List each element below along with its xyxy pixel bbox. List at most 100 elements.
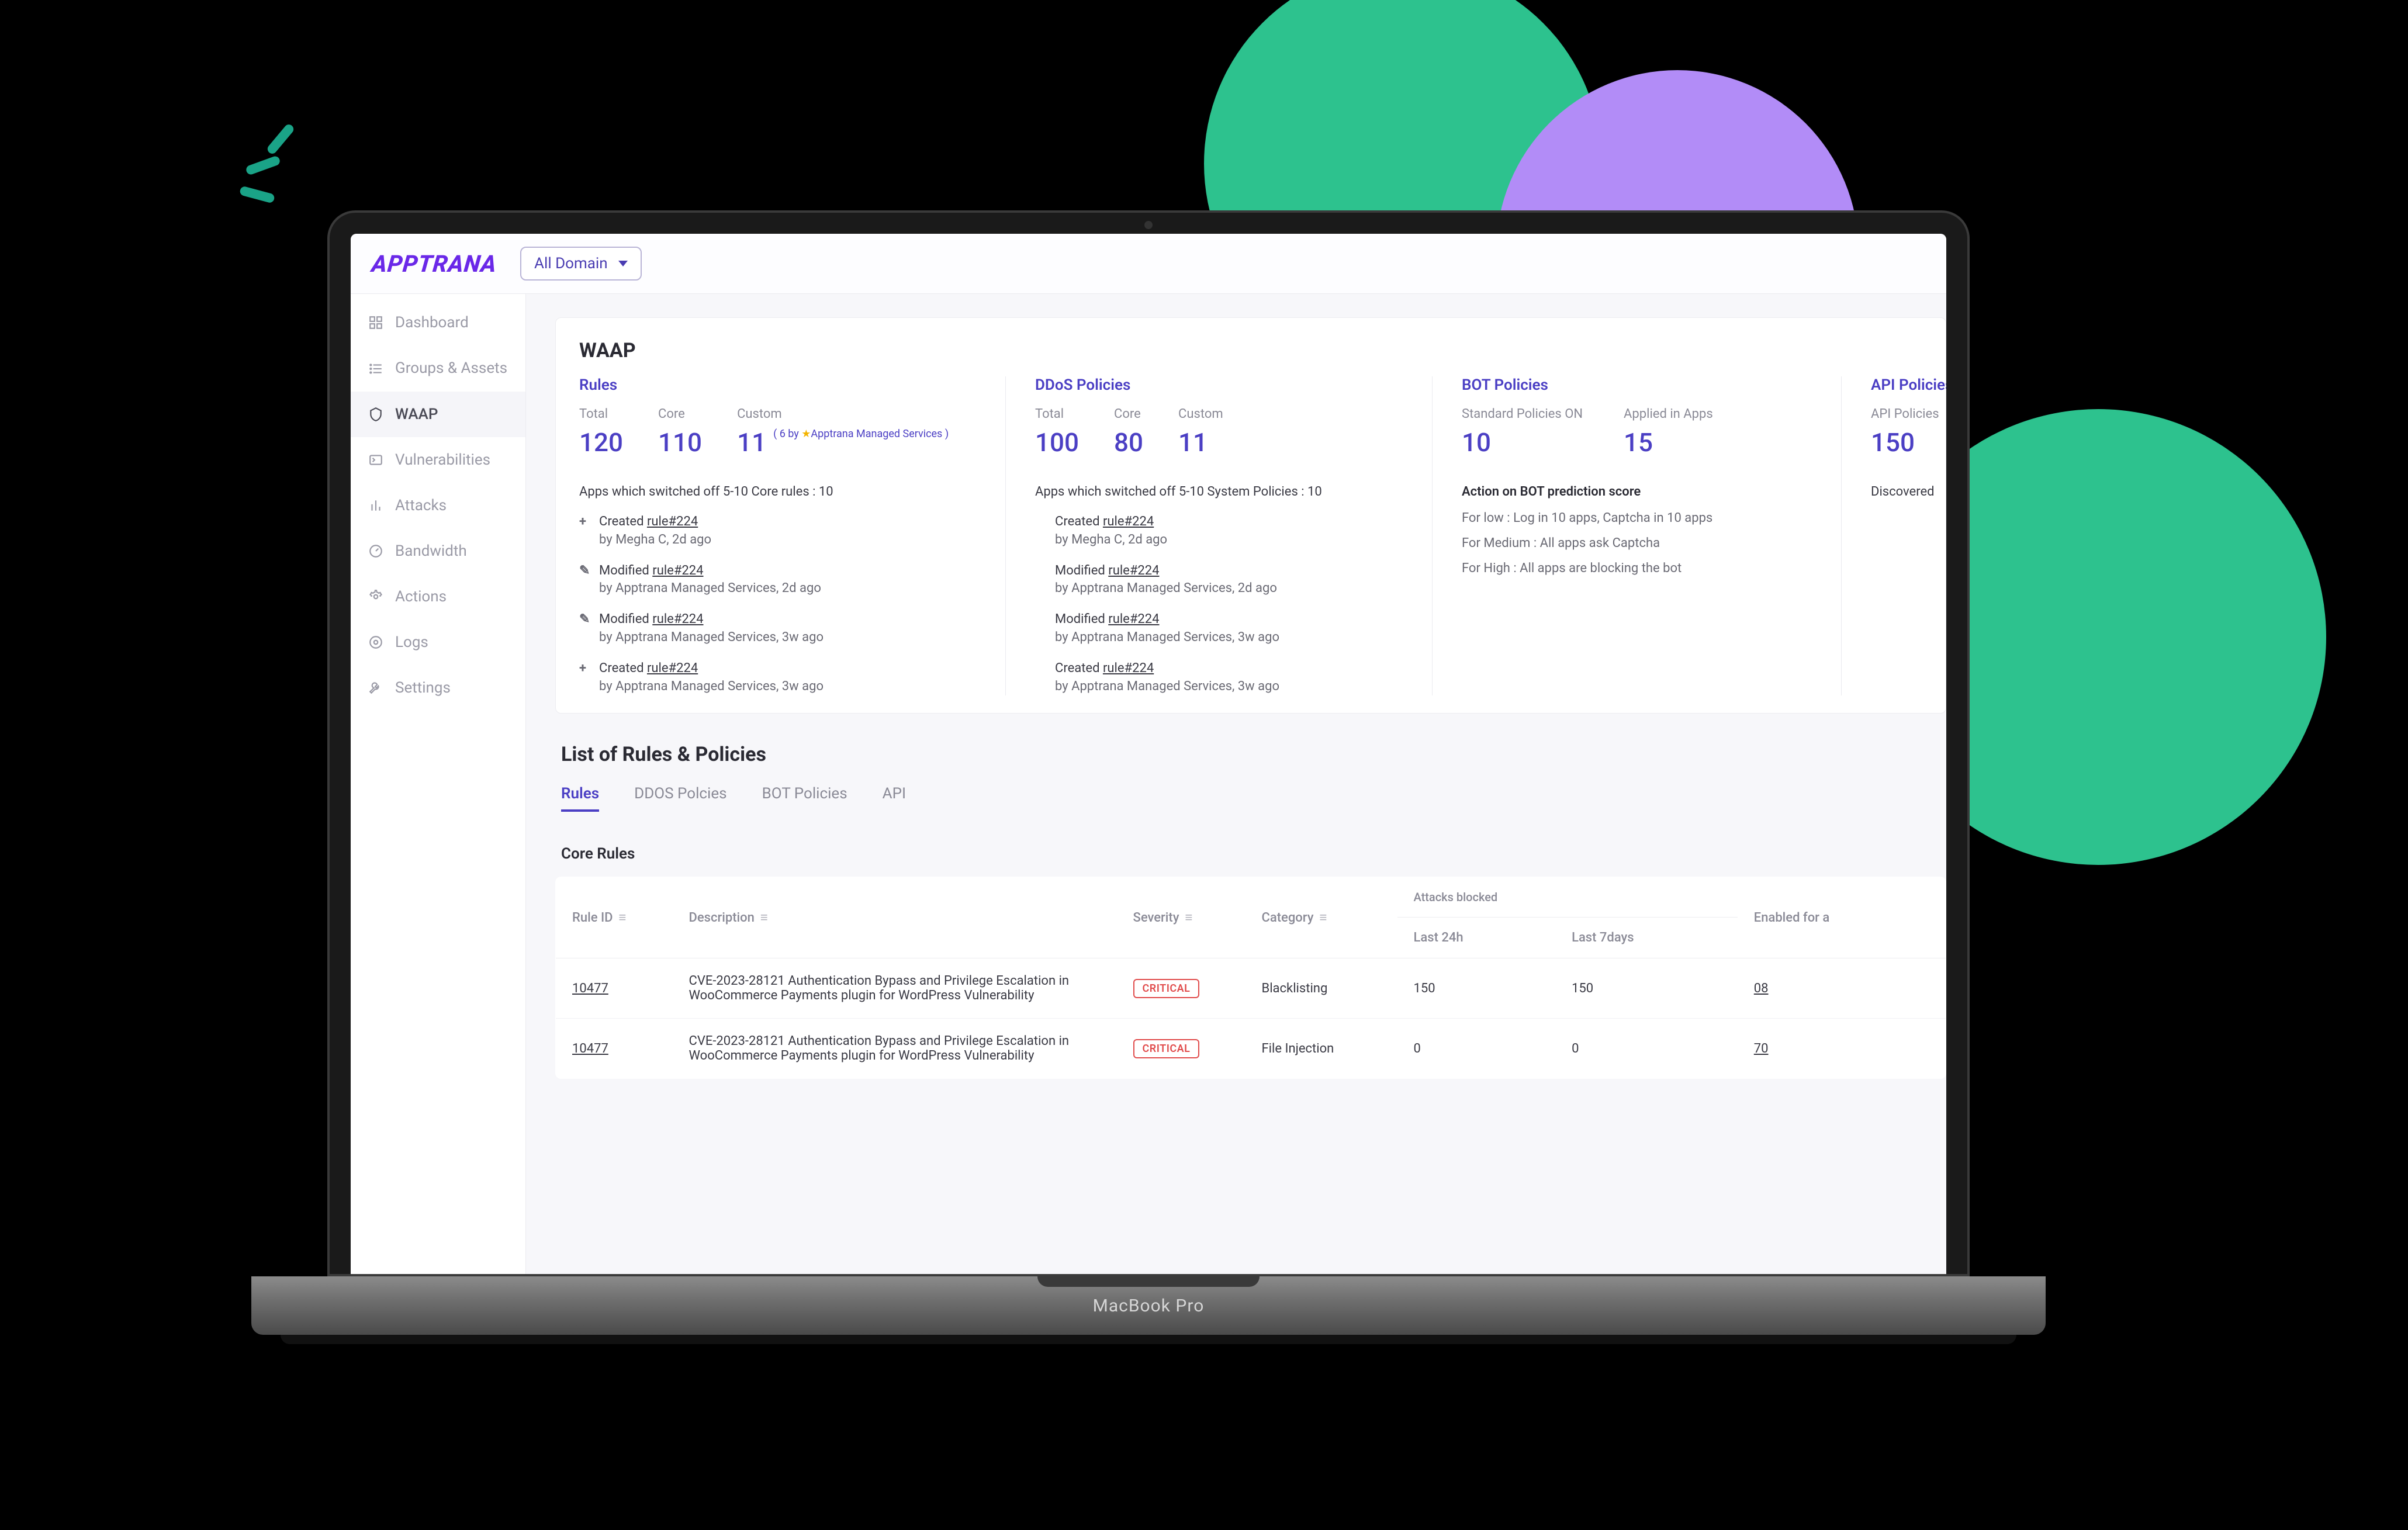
rule-link[interactable]: rule#224	[1103, 661, 1154, 676]
sidebar-item-bandwidth[interactable]: Bandwidth	[351, 528, 525, 574]
dashboard-icon	[367, 314, 385, 331]
stat-rules: Rules Total 120 Core 110	[579, 376, 1006, 695]
rules-custom-label: Custom	[737, 407, 949, 421]
activity-item: ✎ Modified rule#224by Apptrana Managed S…	[579, 611, 976, 647]
rules-total-label: Total	[579, 407, 623, 421]
col-attacks-blocked: Attacks blocked	[1397, 877, 1738, 918]
tab-bot[interactable]: BOT Policies	[762, 778, 847, 812]
rule-link[interactable]: rule#224	[1108, 612, 1159, 626]
col-severity[interactable]: Severity	[1133, 911, 1179, 925]
brand-logo: APPTRANA	[371, 250, 499, 278]
bot-info-low: For low : Log in 10 apps, Captcha in 10 …	[1462, 511, 1812, 525]
sidebar-item-settings[interactable]: Settings	[351, 665, 525, 711]
rule-description: CVE-2023-28121 Authentication Bypass and…	[673, 1019, 1117, 1079]
col-enabled[interactable]: Enabled for a	[1738, 877, 1946, 958]
ddos-total-value: 100	[1035, 427, 1079, 458]
gear-icon	[367, 588, 385, 605]
stat-head-api: API Policies	[1871, 376, 1946, 394]
table-row[interactable]: 10477 CVE-2023-28121 Authentication Bypa…	[556, 1019, 1946, 1079]
filter-icon[interactable]: ≡	[619, 910, 627, 925]
attacks-7d: 0	[1555, 1019, 1738, 1079]
rules-list-section: List of Rules & Policies Rules DDOS Polc…	[555, 743, 1946, 1079]
sidebar-item-label: Groups & Assets	[395, 359, 507, 378]
bot-apps-label: Applied in Apps	[1624, 407, 1713, 421]
pencil-icon: ✎	[579, 611, 591, 629]
filter-icon[interactable]: ≡	[1320, 910, 1327, 925]
waap-title: WAAP	[556, 318, 1946, 376]
rule-link[interactable]: rule#224	[652, 612, 703, 626]
severity-badge: CRITICAL	[1133, 1039, 1200, 1058]
col-last7[interactable]: Last 7days	[1555, 918, 1738, 958]
rule-link[interactable]: rule#224	[647, 661, 698, 676]
sidebar-item-dashboard[interactable]: Dashboard	[351, 300, 525, 345]
rule-id-link[interactable]: 10477	[572, 981, 608, 996]
shield-icon	[367, 406, 385, 423]
enabled-link[interactable]: 70	[1754, 1041, 1769, 1056]
ddos-switched-off: Apps which switched off 5-10 System Poli…	[1035, 484, 1403, 499]
stat-api: API Policies API Policies 150 Discovered	[1842, 376, 1946, 695]
col-description[interactable]: Description	[689, 911, 755, 925]
laptop-label: MacBook Pro	[1093, 1296, 1205, 1316]
rule-link[interactable]: rule#224	[652, 563, 703, 578]
col-rule-id[interactable]: Rule ID	[572, 911, 613, 925]
bot-action-head: Action on BOT prediction score	[1462, 484, 1812, 499]
attacks-7d: 150	[1555, 958, 1738, 1019]
tab-row: Rules DDOS Polcies BOT Policies API	[555, 778, 1946, 830]
bot-info-medium: For Medium : All apps ask Captcha	[1462, 536, 1812, 551]
laptop-frame: APPTRANA All Domain Dashboard Groups & A…	[327, 210, 1970, 1344]
api-policies-label: API Policies	[1871, 407, 1946, 421]
rule-link[interactable]: rule#224	[1108, 563, 1159, 578]
tab-rules[interactable]: Rules	[561, 778, 599, 812]
sidebar-item-waap[interactable]: WAAP	[351, 392, 525, 437]
sidebar-item-vulnerabilities[interactable]: Vulnerabilities	[351, 437, 525, 483]
sidebar-item-attacks[interactable]: Attacks	[351, 483, 525, 528]
stat-head-bot: BOT Policies	[1462, 376, 1812, 394]
sidebar-item-groups-assets[interactable]: Groups & Assets	[351, 345, 525, 392]
laptop-camera-icon	[1144, 221, 1153, 229]
content-area: WAAP Rules Total 120	[526, 294, 1946, 1274]
sidebar-item-label: Attacks	[395, 497, 447, 514]
table-subhead: Core Rules	[555, 830, 1946, 877]
plus-icon: +	[579, 513, 591, 531]
rule-id-link[interactable]: 10477	[572, 1041, 608, 1056]
rules-total-value: 120	[579, 427, 623, 458]
domain-selector[interactable]: All Domain	[520, 247, 642, 281]
filter-icon[interactable]: ≡	[1185, 910, 1193, 925]
gauge-icon	[367, 542, 385, 560]
bot-std-value: 10	[1462, 427, 1583, 458]
activity-item: ✎ Modified rule#224by Apptrana Managed S…	[579, 562, 976, 598]
table-row[interactable]: 10477 CVE-2023-28121 Authentication Bypa…	[556, 958, 1946, 1019]
filter-icon[interactable]: ≡	[760, 910, 768, 925]
rules-core-value: 110	[658, 427, 702, 458]
rule-description: CVE-2023-28121 Authentication Bypass and…	[673, 958, 1117, 1019]
sidebar-item-label: Dashboard	[395, 314, 469, 331]
api-policies-value: 150	[1871, 427, 1946, 458]
rules-table: Rule ID ≡ Description ≡ Severity ≡ Category…	[555, 877, 1946, 1079]
rule-link[interactable]: rule#224	[647, 514, 698, 529]
sidebar-item-actions[interactable]: Actions	[351, 574, 525, 619]
enabled-link[interactable]: 08	[1754, 981, 1769, 996]
sidebar-item-label: Vulnerabilities	[395, 451, 490, 469]
sidebar-item-label: Settings	[395, 679, 451, 697]
wrench-icon	[367, 679, 385, 697]
chevron-down-icon	[618, 261, 628, 266]
laptop-notch	[1037, 1276, 1260, 1287]
activity-item: + Created rule#224by Megha C, 2d ago	[579, 513, 976, 549]
stat-ddos: DDoS Policies Total100 Core80 Custom11 A…	[1006, 376, 1433, 695]
tab-api[interactable]: API	[883, 778, 906, 812]
activity-item: Created rule#224by Apptrana Managed Serv…	[1035, 660, 1403, 696]
domain-selector-label: All Domain	[534, 255, 608, 272]
ddos-activity-list: Created rule#224by Megha C, 2d ago Modif…	[1035, 513, 1403, 695]
bot-std-label: Standard Policies ON	[1462, 407, 1583, 421]
col-last24[interactable]: Last 24h	[1397, 918, 1556, 958]
tab-ddos[interactable]: DDOS Polcies	[634, 778, 726, 812]
gear-icon	[367, 634, 385, 651]
sidebar-item-label: Actions	[395, 588, 447, 605]
rule-link[interactable]: rule#224	[1103, 514, 1154, 529]
waap-summary-card: WAAP Rules Total 120	[555, 317, 1946, 714]
sidebar-item-logs[interactable]: Logs	[351, 619, 525, 665]
col-category[interactable]: Category	[1262, 911, 1314, 925]
sidebar-item-label: Logs	[395, 634, 428, 651]
attacks-24h: 0	[1397, 1019, 1556, 1079]
laptop-edge	[281, 1335, 2016, 1344]
